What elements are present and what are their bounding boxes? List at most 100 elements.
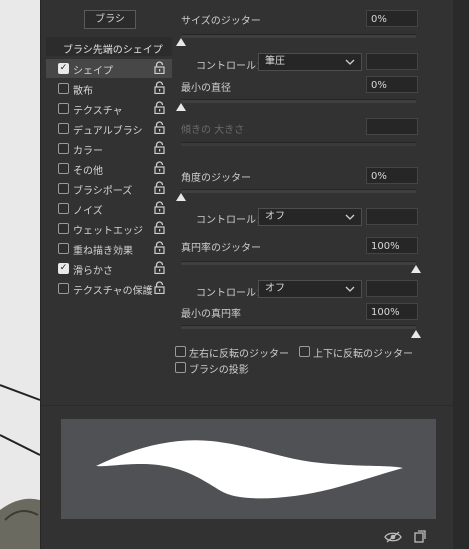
min-roundness-slider-thumb[interactable]	[411, 330, 421, 338]
sidebar-item-label: テクスチャ	[73, 106, 123, 117]
sidebar-item-label: 滑らかさ	[73, 266, 113, 277]
flip-y-checkbox[interactable]	[299, 346, 310, 357]
roundness-control-extra-field[interactable]	[366, 280, 418, 297]
min-diameter-input[interactable]: 0%	[366, 76, 418, 93]
sidebar-item-build-up[interactable]: 重ね描き効果	[46, 239, 172, 258]
checkbox[interactable]	[58, 123, 69, 134]
roundness-jitter-slider-thumb[interactable]	[411, 265, 421, 273]
sidebar-item-brush-pose[interactable]: ブラシポーズ	[46, 179, 172, 198]
lock-icon[interactable]	[154, 81, 165, 94]
flip-x-checkbox[interactable]	[175, 346, 186, 357]
roundness-jitter-input[interactable]: 100%	[366, 237, 418, 254]
lock-icon[interactable]	[154, 101, 165, 114]
sidebar-item-label: 散布	[73, 86, 93, 97]
min-diameter-slider[interactable]	[181, 99, 416, 103]
size-control-extra-field[interactable]	[366, 53, 418, 70]
angle-jitter-slider[interactable]	[181, 189, 416, 193]
brush-stroke-shape	[96, 440, 403, 499]
roundness-jitter-slider[interactable]	[181, 261, 416, 265]
min-diameter-label: 最小の直径	[181, 83, 231, 94]
size-jitter-input[interactable]: 0%	[366, 10, 418, 27]
panel-right-strip	[453, 0, 469, 549]
roundness-jitter-label: 真円率のジッター	[181, 243, 261, 254]
brush-preset-button[interactable]: ブラシ	[84, 10, 136, 29]
angle-control-value: オフ	[265, 211, 285, 222]
brush-stroke-preview	[61, 419, 436, 519]
lock-icon[interactable]	[154, 121, 165, 134]
sidebar-item-label: テクスチャの保護	[73, 286, 153, 297]
checkbox[interactable]	[58, 103, 69, 114]
roundness-control-label: コントロール：	[196, 288, 266, 299]
tilt-scale-input	[366, 118, 418, 135]
divider	[41, 405, 453, 406]
size-jitter-label: サイズのジッター	[181, 16, 261, 27]
checkbox[interactable]	[58, 243, 69, 254]
sidebar-item-wet-edges[interactable]: ウェットエッジ	[46, 219, 172, 238]
chevron-down-icon	[345, 214, 355, 220]
checkbox[interactable]	[58, 203, 69, 214]
checkbox[interactable]	[58, 143, 69, 154]
brush-settings-panel: ブラシ ブラシ先端のシェイプ ✓ シェイプ 散布 テクスチャ デュアルブラシ カ…	[40, 0, 454, 549]
roundness-control-select[interactable]: オフ	[258, 280, 362, 298]
sidebar-item-other[interactable]: その他	[46, 159, 172, 178]
sidebar-item-label: カラー	[73, 146, 103, 157]
tilt-scale-slider	[181, 142, 416, 146]
lock-icon[interactable]	[154, 221, 165, 234]
brush-projection-label: ブラシの投影	[189, 365, 249, 376]
checkbox-checked[interactable]: ✓	[58, 63, 69, 74]
angle-jitter-input[interactable]: 0%	[366, 167, 418, 184]
eye-visibility-icon[interactable]	[384, 531, 402, 543]
sidebar-item-shape[interactable]: ✓ シェイプ	[46, 59, 172, 78]
lock-icon[interactable]	[154, 261, 165, 274]
size-control-label: コントロール：	[196, 61, 266, 72]
lock-icon[interactable]	[154, 61, 165, 74]
sidebar-item-dual-brush[interactable]: デュアルブラシ	[46, 119, 172, 138]
sidebar-item-label: ブラシポーズ	[73, 186, 133, 197]
sidebar-item-scatter[interactable]: 散布	[46, 79, 172, 98]
chevron-down-icon	[345, 286, 355, 292]
new-preset-icon[interactable]	[414, 530, 426, 543]
checkbox[interactable]	[58, 223, 69, 234]
angle-control-select[interactable]: オフ	[258, 208, 362, 226]
checkbox[interactable]	[58, 163, 69, 174]
sidebar-item-label: シェイプ	[73, 66, 113, 77]
sidebar-item-noise[interactable]: ノイズ	[46, 199, 172, 218]
angle-jitter-slider-thumb[interactable]	[176, 193, 186, 201]
sidebar-item-label: ウェットエッジ	[73, 226, 143, 237]
flip-x-label: 左右に反転のジッター	[189, 349, 289, 360]
min-roundness-input[interactable]: 100%	[366, 303, 418, 320]
roundness-control-value: オフ	[265, 283, 285, 294]
min-diameter-slider-thumb[interactable]	[176, 103, 186, 111]
sidebar-item-label: デュアルブラシ	[73, 126, 143, 137]
sidebar-item-label: ノイズ	[73, 206, 103, 217]
min-roundness-slider[interactable]	[181, 325, 416, 329]
checkbox[interactable]	[58, 283, 69, 294]
angle-control-label: コントロール：	[196, 215, 266, 226]
lock-icon[interactable]	[154, 141, 165, 154]
angle-control-extra-field[interactable]	[366, 208, 418, 225]
sidebar-item-smoothing[interactable]: ✓ 滑らかさ	[46, 259, 172, 278]
checkbox-checked[interactable]: ✓	[58, 263, 69, 274]
chevron-down-icon	[345, 59, 355, 65]
lock-icon[interactable]	[154, 281, 165, 294]
angle-jitter-label: 角度のジッター	[181, 173, 251, 184]
sidebar-item-protect-texture[interactable]: テクスチャの保護	[46, 279, 172, 298]
lock-icon[interactable]	[154, 241, 165, 254]
sidebar-item-color[interactable]: カラー	[46, 139, 172, 158]
size-jitter-slider[interactable]	[181, 34, 416, 38]
size-control-select[interactable]: 筆圧	[258, 53, 362, 71]
brush-tip-shape-title[interactable]: ブラシ先端のシェイプ	[63, 41, 183, 56]
flip-y-label: 上下に反転のジッター	[313, 349, 413, 360]
size-control-value: 筆圧	[265, 56, 285, 67]
lock-icon[interactable]	[154, 181, 165, 194]
lock-icon[interactable]	[154, 201, 165, 214]
size-jitter-slider-thumb[interactable]	[176, 38, 186, 46]
tilt-scale-label: 傾きの 大きさ	[181, 125, 245, 136]
sidebar-item-texture[interactable]: テクスチャ	[46, 99, 172, 118]
sidebar-item-label: その他	[73, 166, 103, 177]
brush-projection-checkbox[interactable]	[175, 362, 186, 373]
sidebar-item-label: 重ね描き効果	[73, 246, 133, 257]
checkbox[interactable]	[58, 183, 69, 194]
checkbox[interactable]	[58, 83, 69, 94]
lock-icon[interactable]	[154, 161, 165, 174]
